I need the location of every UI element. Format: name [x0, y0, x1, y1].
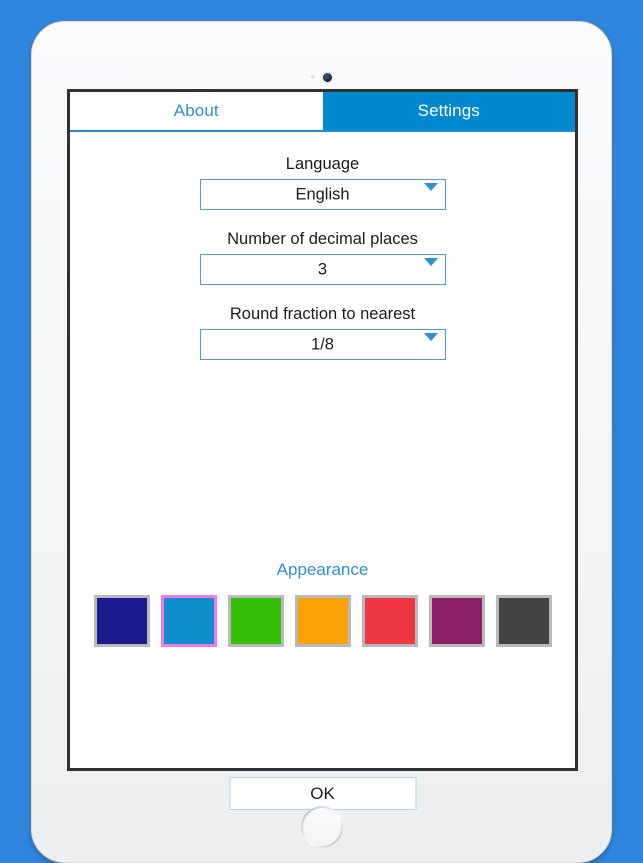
color-swatch-navy[interactable] — [93, 595, 150, 647]
tab-settings[interactable]: Settings — [322, 92, 575, 130]
language-dropdown-value: English — [295, 185, 350, 203]
ok-button-label: OK — [310, 783, 335, 803]
color-swatch-row — [70, 595, 575, 647]
field-group-decimal-places: Number of decimal places 3 — [199, 230, 446, 285]
camera-cluster — [32, 70, 611, 84]
language-dropdown[interactable]: English — [199, 179, 446, 210]
color-swatch-dark-gray[interactable] — [495, 595, 552, 647]
color-swatch-orange[interactable] — [294, 595, 351, 647]
tab-bar: About Settings — [70, 92, 575, 132]
appearance-title: Appearance — [276, 560, 369, 579]
round-fraction-dropdown-value: 1/8 — [311, 335, 334, 353]
tab-about-label: About — [173, 101, 219, 120]
tab-about[interactable]: About — [70, 92, 323, 130]
app-screen: About Settings Language English Number o… — [67, 89, 578, 810]
home-button-inner — [302, 808, 341, 846]
light-sensor-icon — [311, 75, 315, 79]
round-fraction-label: Round fraction to nearest — [229, 305, 416, 323]
field-group-language: Language English — [199, 155, 446, 210]
color-swatch-purple[interactable] — [428, 595, 485, 647]
front-camera-icon — [323, 72, 332, 82]
round-fraction-dropdown[interactable]: 1/8 — [199, 329, 446, 360]
settings-panel: Language English Number of decimal place… — [70, 132, 575, 810]
field-group-round-fraction: Round fraction to nearest 1/8 — [199, 305, 446, 360]
appearance-section: Appearance — [70, 560, 575, 647]
color-swatch-blue[interactable] — [160, 595, 217, 647]
chevron-down-icon — [423, 258, 438, 266]
decimal-places-label: Number of decimal places — [227, 230, 418, 248]
color-swatch-green[interactable] — [227, 595, 284, 647]
language-label: Language — [285, 155, 360, 173]
color-swatch-red[interactable] — [361, 595, 418, 647]
tab-settings-label: Settings — [417, 101, 480, 120]
decimal-places-dropdown[interactable]: 3 — [199, 254, 446, 285]
chevron-down-icon — [423, 333, 438, 341]
chevron-down-icon — [423, 183, 438, 191]
home-button-icon[interactable] — [300, 806, 343, 848]
tablet-device-frame: About Settings Language English Number o… — [31, 21, 612, 863]
decimal-places-dropdown-value: 3 — [317, 260, 328, 278]
